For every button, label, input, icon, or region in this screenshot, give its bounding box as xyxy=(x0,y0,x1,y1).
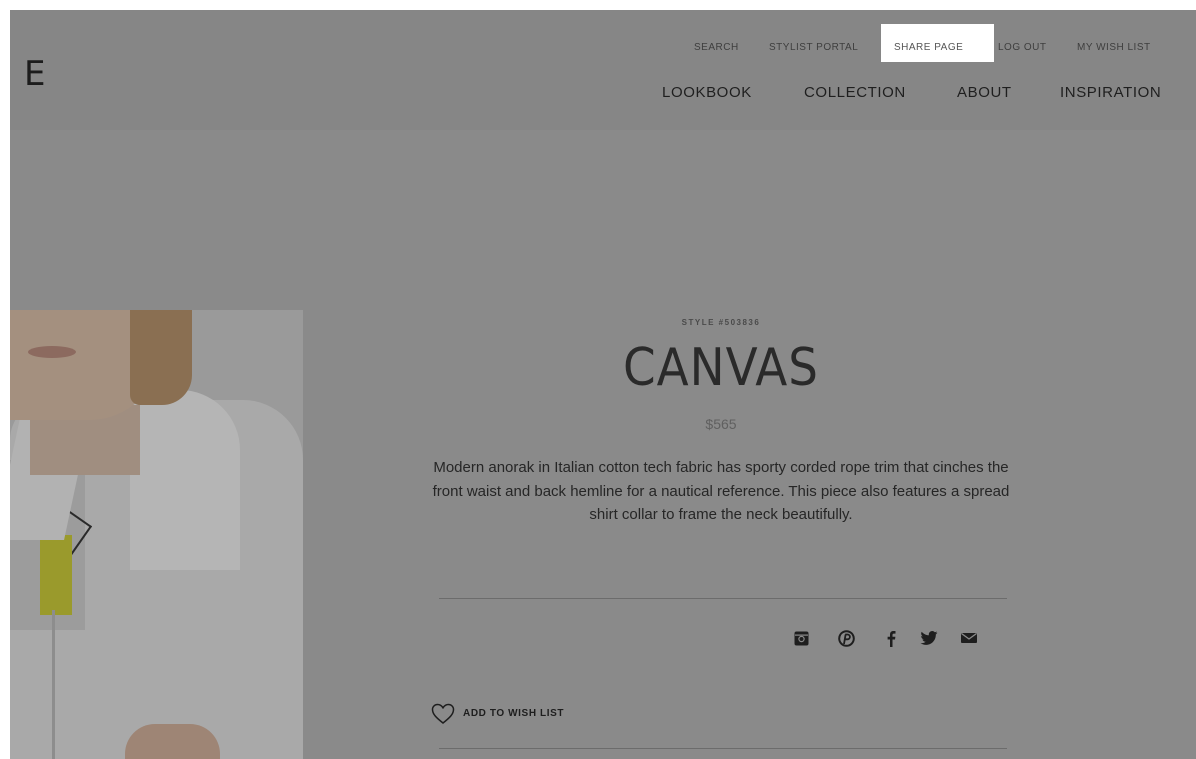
instagram-icon[interactable] xyxy=(791,628,811,648)
heart-icon xyxy=(431,703,455,724)
style-number: STYLE #503836 xyxy=(681,318,761,327)
pinterest-icon[interactable] xyxy=(836,628,856,648)
page-overlay: E SEARCH STYLIST PORTAL LOG OUT MY WISH … xyxy=(10,10,1196,759)
nav-about[interactable]: ABOUT xyxy=(957,84,1012,101)
shirt-print xyxy=(40,535,72,615)
divider-top xyxy=(439,598,1007,599)
email-icon[interactable] xyxy=(959,628,979,648)
log-out-link[interactable]: LOG OUT xyxy=(998,42,1047,53)
collar-right xyxy=(130,390,240,570)
search-link[interactable]: SEARCH xyxy=(694,42,739,53)
nav-inspiration[interactable]: INSPIRATION xyxy=(1060,84,1161,101)
wish-list-label: ADD TO WISH LIST xyxy=(463,708,565,719)
product-price: $565 xyxy=(705,416,737,432)
site-logo[interactable]: E xyxy=(24,54,45,94)
nav-collection[interactable]: COLLECTION xyxy=(804,84,906,101)
hand-shape xyxy=(125,724,220,759)
product-title: CANVAS xyxy=(622,338,820,398)
nav-lookbook[interactable]: LOOKBOOK xyxy=(662,84,752,101)
stylist-portal-link[interactable]: STYLIST PORTAL xyxy=(769,42,858,53)
divider-bottom xyxy=(439,748,1007,749)
share-page-link[interactable]: SHARE PAGE xyxy=(894,42,963,53)
hair-shape xyxy=(130,310,192,405)
twitter-icon[interactable] xyxy=(919,628,939,648)
zipper-shape xyxy=(52,610,55,759)
product-description: Modern anorak in Italian cotton tech fab… xyxy=(432,459,1010,523)
facebook-icon[interactable] xyxy=(881,628,901,648)
product-photo[interactable] xyxy=(10,310,303,759)
my-wish-list-link[interactable]: MY WISH LIST xyxy=(1077,42,1151,53)
lips-shape xyxy=(28,346,76,358)
site-header: E SEARCH STYLIST PORTAL LOG OUT MY WISH … xyxy=(10,10,1196,130)
